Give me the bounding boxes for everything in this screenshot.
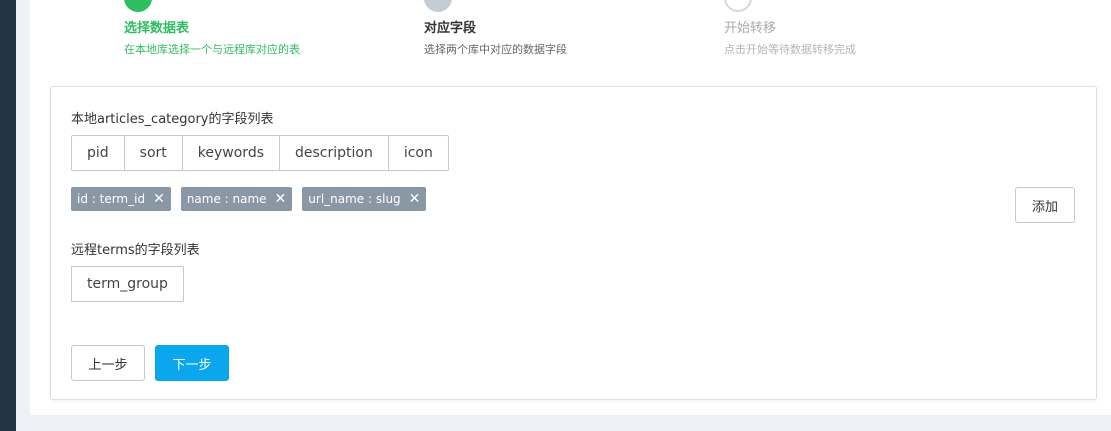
mapping-tag: id : term_id ✕ (71, 187, 171, 211)
mapping-tag: url_name : slug ✕ (302, 187, 427, 211)
prev-step-button[interactable]: 上一步 (71, 345, 145, 381)
step-title: 选择数据表 (124, 21, 190, 36)
step-desc: 在本地库选择一个与远程库对应的表 (124, 43, 300, 56)
mapping-tags: id : term_id ✕ name : name ✕ url_name : … (71, 187, 436, 211)
mapping-tag: name : name ✕ (180, 187, 293, 211)
local-field-option[interactable]: keywords (181, 135, 280, 171)
close-icon[interactable]: ✕ (275, 192, 287, 206)
remote-fields-group: term_group (71, 266, 184, 302)
mapping-tag-text: url_name : slug (308, 192, 401, 206)
close-icon[interactable]: ✕ (153, 192, 165, 206)
local-fields-group: pid sort keywords description icon (71, 135, 449, 171)
mapping-tag-text: id : term_id (77, 192, 146, 206)
local-field-option[interactable]: sort (123, 135, 183, 171)
step-title: 开始转移 (724, 21, 777, 36)
next-step-button[interactable]: 下一步 (155, 345, 229, 381)
field-mapping-card: 本地articles_category的字段列表 pid sort keywor… (50, 86, 1097, 400)
local-field-option[interactable]: pid (71, 135, 125, 171)
local-field-option[interactable]: description (279, 135, 389, 171)
remote-field-option[interactable]: term_group (71, 266, 184, 302)
sidebar-edge (0, 0, 16, 431)
add-mapping-button[interactable]: 添加 (1015, 187, 1075, 223)
close-icon[interactable]: ✕ (409, 192, 421, 206)
step-title: 对应字段 (424, 21, 477, 36)
local-field-option[interactable]: icon (387, 135, 449, 171)
mapping-tag-text: name : name (186, 192, 267, 206)
step-desc: 选择两个库中对应的数据字段 (424, 43, 567, 56)
remote-fields-label: 远程terms的字段列表 (71, 243, 200, 258)
local-fields-label: 本地articles_category的字段列表 (71, 112, 274, 127)
step-desc: 点击开始等待数据转移完成 (724, 43, 856, 56)
